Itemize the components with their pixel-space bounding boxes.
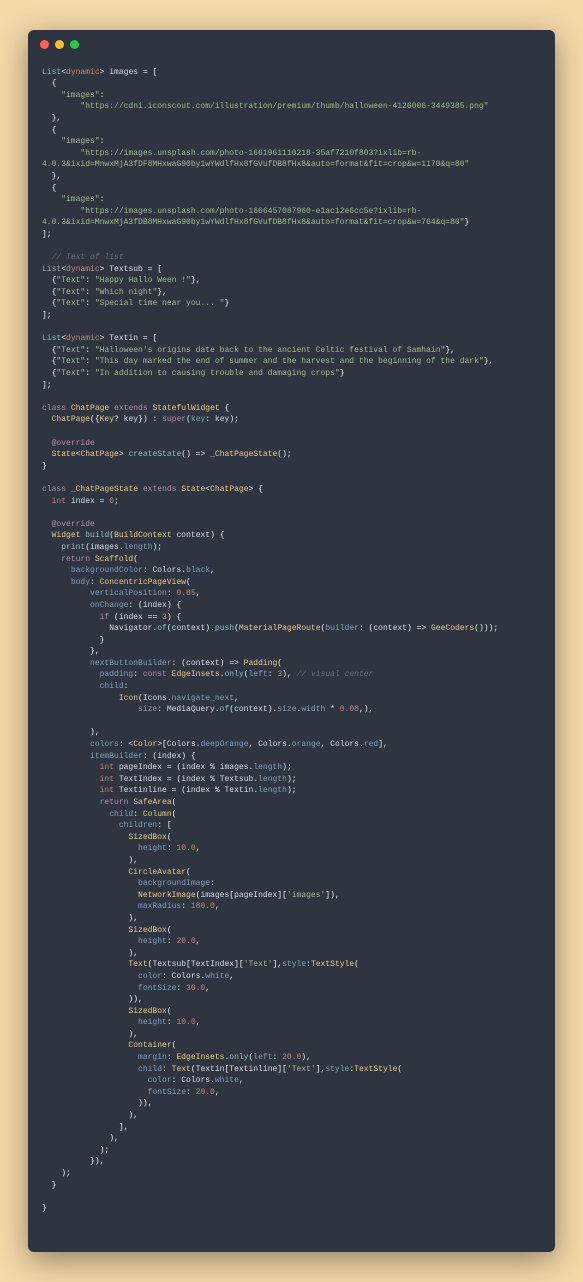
url-2a: "https://images.unsplash.com/photo-16619… [80, 149, 421, 158]
key-images: "images" [61, 91, 99, 100]
url-2b: 4.0.3&ixid=MnwxMjA3fDF8MHxwaG90by1wYWdlf… [42, 160, 469, 169]
textsub-1: "Happy Hallo Ween !" [95, 276, 191, 285]
textin-2: "This day marked the end of summer and t… [95, 357, 484, 366]
url-3b: 4.0.3&ixid=MnwxMjA3fDB8MHxwaG90by1wYWdlf… [42, 218, 464, 227]
code-window: List<dynamic> images = [ { "images": "ht… [28, 30, 555, 1252]
textsub-3: "Special time near you... " [95, 299, 225, 308]
maximize-icon[interactable] [70, 40, 79, 49]
comment-visual: // visual center [297, 670, 374, 679]
url-1: "https://cdni.iconscout.com/illustration… [80, 102, 488, 111]
textin-3: "In addition to causing trouble and dama… [95, 369, 340, 378]
override-annotation: @override [52, 439, 95, 448]
comment-textlist: // Text of list [52, 253, 124, 262]
url-3a: "https://images.unsplash.com/photo-16664… [80, 207, 421, 216]
titlebar [28, 30, 555, 55]
key-images: "images" [61, 137, 99, 146]
textsub-2: "Which night" [95, 288, 157, 297]
textin-1: "Halloween's origins date back to the an… [95, 346, 445, 355]
key-images: "images" [61, 195, 99, 204]
minimize-icon[interactable] [55, 40, 64, 49]
close-icon[interactable] [40, 40, 49, 49]
code-block: List<dynamic> images = [ { "images": "ht… [28, 55, 555, 1232]
